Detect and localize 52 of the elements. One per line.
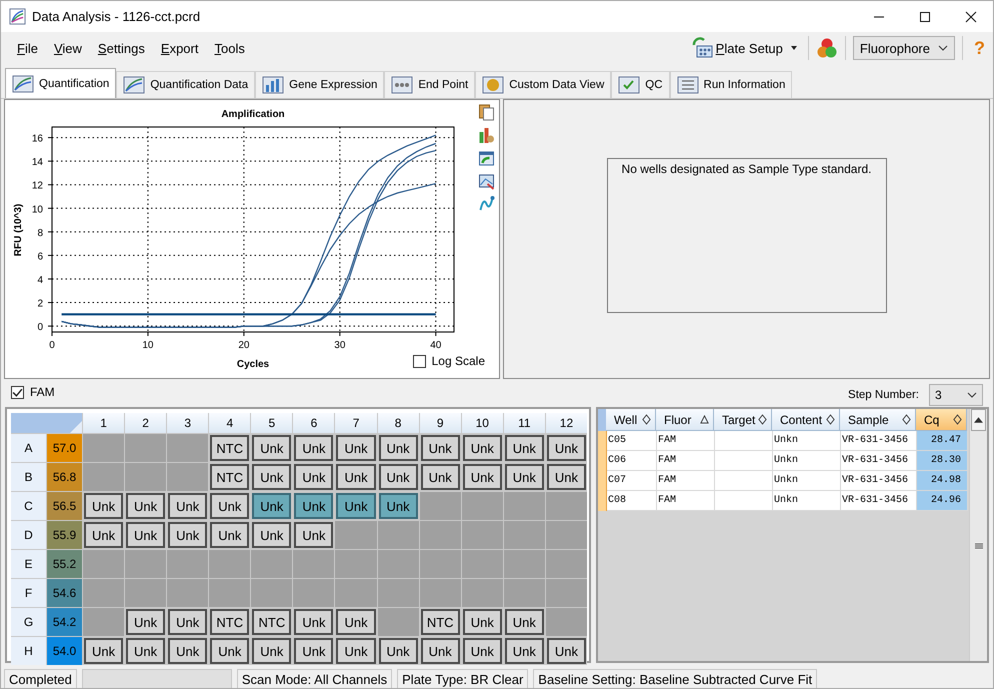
table-cell: FAM [657,451,715,471]
table-cell: VR-631-3456 [841,431,917,451]
table-cell: 28.47 [917,431,968,451]
y-tick-label: 12 [32,180,43,192]
y-tick-label: 14 [32,157,43,168]
table-cell: C06 [607,451,657,471]
table-cell: FAM [657,491,715,511]
table-cell: Unkn [773,451,841,471]
y-tick-label: 4 [37,274,43,286]
chart-title: Amplification [221,109,285,120]
y-tick-label: 10 [32,204,43,216]
temperature-cell: 55.9 [47,521,82,549]
table-cell: 24.98 [917,471,968,491]
y-tick-label: 8 [37,228,43,239]
x-tick-label: 0 [49,340,55,351]
y-tick-label: 16 [32,134,43,145]
window-title: Data Analysis - 1126-cct.pcrd [32,9,200,24]
plate-type-text: Plate Type: BR Clear [397,668,528,688]
temperature-cell: 54.0 [47,637,82,665]
table-cell: VR-631-3456 [841,491,917,511]
temperature-cell: 56.8 [47,463,82,491]
temperature-cell: 57.0 [47,434,82,462]
table-cell: Unkn [773,471,841,491]
x-tick-label: 20 [238,340,250,351]
table-cell: 28.30 [917,451,968,471]
table-cell: C05 [607,431,657,451]
temperature-cell: 54.6 [47,579,82,607]
status-text: Completed [4,668,77,688]
x-axis-label: Cycles [236,359,270,370]
y-tick-label: 6 [37,251,43,262]
temperature-cell: 54.2 [47,608,82,636]
table-cell: VR-631-3456 [841,471,917,491]
table-cell: VR-631-3456 [841,451,917,471]
baseline-setting-text: Baseline Setting: Baseline Subtracted Curve Fit [533,668,818,688]
table-cell: Unkn [773,491,841,511]
message-text: No wells designated as Sample Type standard. [622,162,872,177]
table-cell: 24.96 [917,491,968,511]
y-tick-label: 0 [37,322,43,334]
table-cell: C08 [607,491,657,511]
y-axis-label: RFU (10^3) [13,204,24,256]
step-number-label: Step Number: [848,389,919,401]
temperature-cell: 56.5 [47,492,82,520]
table-cell: Unkn [773,431,841,451]
x-tick-label: 40 [430,340,442,351]
temperature-cell: 55.2 [47,550,82,578]
table-cell: FAM [657,431,715,451]
y-tick-label: 2 [37,298,43,310]
x-tick-label: 10 [142,340,154,351]
x-tick-label: 30 [334,340,346,351]
table-cell: C07 [607,471,657,491]
table-cell: FAM [657,471,715,491]
scan-mode-text: Scan Mode: All Channels [236,668,392,688]
